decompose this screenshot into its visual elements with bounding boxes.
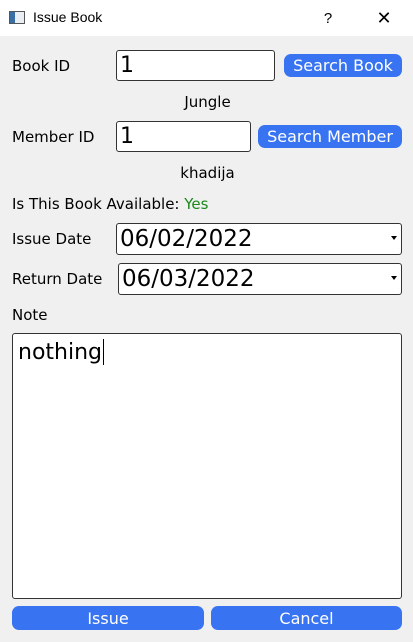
- availability-row: Is This Book Available: Yes: [12, 195, 208, 213]
- return-date-value: 06/03/2022: [122, 266, 255, 292]
- issue-button[interactable]: Issue: [12, 606, 204, 630]
- availability-label: Is This Book Available:: [12, 195, 180, 213]
- close-icon[interactable]: ✕: [364, 4, 404, 32]
- window-app-icon: [9, 11, 25, 24]
- title-bar: Issue Book ? ✕: [0, 0, 413, 36]
- return-date-picker[interactable]: 06/03/2022: [118, 263, 402, 295]
- issue-date-label: Issue Date: [12, 230, 92, 248]
- member-id-input[interactable]: 1: [116, 121, 251, 152]
- book-id-label: Book ID: [12, 57, 71, 75]
- search-book-button[interactable]: Search Book: [284, 54, 402, 77]
- availability-status: Yes: [184, 195, 209, 213]
- book-title-text: Jungle: [184, 93, 231, 111]
- dropdown-arrow-icon[interactable]: [391, 236, 397, 240]
- member-name-text: khadija: [180, 164, 235, 182]
- note-label: Note: [12, 306, 48, 324]
- search-member-button[interactable]: Search Member: [258, 125, 402, 148]
- cancel-button[interactable]: Cancel: [211, 606, 402, 630]
- member-id-label: Member ID: [12, 128, 95, 146]
- note-textarea[interactable]: nothing: [12, 333, 402, 599]
- book-id-input[interactable]: 1: [116, 50, 275, 81]
- return-date-label: Return Date: [12, 270, 103, 288]
- issue-date-value: 06/02/2022: [120, 226, 253, 252]
- text-caret: [103, 339, 104, 365]
- note-text: nothing: [18, 340, 102, 365]
- issue-date-picker[interactable]: 06/02/2022: [116, 223, 402, 255]
- dropdown-arrow-icon[interactable]: [391, 276, 397, 280]
- window-title: Issue Book: [33, 9, 103, 25]
- help-icon[interactable]: ?: [308, 4, 348, 32]
